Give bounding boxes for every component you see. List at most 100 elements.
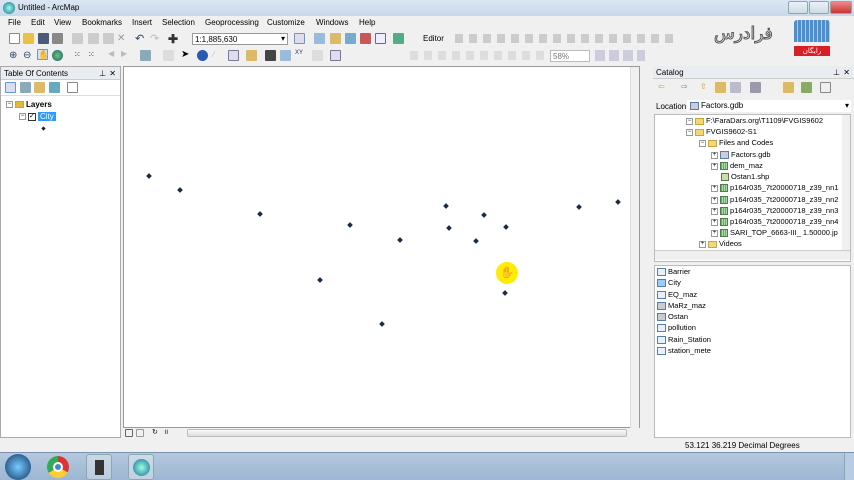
city-point[interactable] <box>473 238 479 244</box>
location-dropdown[interactable]: Factors.gdb ▾ <box>687 100 851 112</box>
layout-view-icon[interactable] <box>136 429 144 437</box>
delete-icon[interactable]: ✕ <box>117 33 128 44</box>
data-view-icon[interactable] <box>125 429 133 437</box>
open-icon[interactable] <box>23 33 34 44</box>
layers-group[interactable]: − Layers <box>6 100 52 109</box>
content-item[interactable]: Ostan <box>657 312 688 322</box>
tree-item[interactable]: + Factors.gdb <box>711 150 771 160</box>
toggle-tree-icon[interactable] <box>801 82 812 93</box>
content-item[interactable]: MaRz_maz <box>657 301 706 311</box>
menu-geoprocessing[interactable]: Geoprocessing <box>205 18 259 27</box>
tree-item[interactable]: + dem_maz <box>711 161 763 171</box>
pan-icon[interactable]: ✋ <box>37 49 49 60</box>
city-point[interactable] <box>317 277 323 283</box>
restore-button[interactable] <box>809 1 829 14</box>
connect-folder-icon[interactable] <box>730 82 741 93</box>
chrome-taskbar-icon[interactable] <box>47 456 69 478</box>
city-point[interactable] <box>615 199 621 205</box>
cut-icon[interactable] <box>72 33 83 44</box>
route-icon[interactable] <box>280 50 291 61</box>
time-slider-icon[interactable] <box>312 50 323 61</box>
expand-icon[interactable]: + <box>711 196 718 204</box>
city-point[interactable] <box>443 203 449 209</box>
scale-dropdown[interactable]: 1:1,885,630 ▾ <box>192 33 288 45</box>
close-icon[interactable]: ✕ <box>109 69 116 78</box>
save-icon[interactable] <box>38 33 49 44</box>
list-by-visibility-icon[interactable] <box>34 82 45 93</box>
list-by-source-icon[interactable] <box>20 82 31 93</box>
editor-toolbar-icon[interactable] <box>294 33 305 44</box>
undo-icon[interactable]: ↶ <box>135 32 146 45</box>
close-button[interactable] <box>830 1 852 14</box>
select-features-icon[interactable] <box>140 50 151 61</box>
list-by-drawing-order-icon[interactable] <box>5 82 16 93</box>
menu-windows[interactable]: Windows <box>316 18 348 27</box>
home-icon[interactable] <box>715 82 726 93</box>
content-item[interactable]: City <box>657 278 681 288</box>
expand-icon[interactable]: + <box>711 207 718 215</box>
copy-icon[interactable] <box>88 33 99 44</box>
expand-icon[interactable]: + <box>711 162 718 170</box>
city-point[interactable] <box>446 225 452 231</box>
catalog-window-icon[interactable] <box>330 33 341 44</box>
forward-icon[interactable]: ⇨ <box>681 82 692 93</box>
forward-icon[interactable]: ▶ <box>121 49 132 60</box>
options-icon[interactable] <box>67 82 78 93</box>
city-point[interactable] <box>576 204 582 210</box>
expand-icon[interactable]: + <box>699 240 706 248</box>
expand-icon[interactable]: + <box>711 218 718 226</box>
expand-icon[interactable]: + <box>711 184 718 192</box>
html-popup-icon[interactable] <box>228 50 239 61</box>
expand-icon[interactable]: + <box>711 229 718 237</box>
menu-insert[interactable]: Insert <box>132 18 152 27</box>
tree-horizontal-scrollbar[interactable] <box>655 250 850 260</box>
collapse-icon[interactable]: − <box>19 113 26 121</box>
minimize-button[interactable] <box>788 1 808 14</box>
fixed-zoom-out-icon[interactable]: ⁙ <box>88 50 99 61</box>
content-item[interactable]: pollution <box>657 323 696 333</box>
fixed-zoom-in-icon[interactable]: ⁙ <box>74 50 85 61</box>
list-by-selection-icon[interactable] <box>49 82 60 93</box>
paste-icon[interactable] <box>103 33 114 44</box>
viewer-icon[interactable] <box>330 50 341 61</box>
layout-zoom-dropdown[interactable]: 58% <box>550 50 590 62</box>
options-icon[interactable] <box>820 82 831 93</box>
menu-help[interactable]: Help <box>359 18 375 27</box>
tree-item[interactable]: + p164r035_7t20000718_z39_nn4 <box>711 217 838 227</box>
tree-item[interactable]: − Files and Codes <box>699 138 773 147</box>
table-icon[interactable] <box>314 33 325 44</box>
camtasia-taskbar-icon[interactable] <box>86 454 112 480</box>
views-icon[interactable] <box>750 82 761 93</box>
expand-icon[interactable]: − <box>686 128 693 136</box>
pin-icon[interactable]: ⊥ <box>99 69 106 78</box>
layer-city[interactable]: − ✓ City <box>19 112 56 121</box>
menu-edit[interactable]: Edit <box>31 18 45 27</box>
editor-menu[interactable]: Editor <box>423 34 444 43</box>
city-point[interactable] <box>503 224 509 230</box>
horizontal-scrollbar[interactable] <box>187 429 627 437</box>
map-view[interactable]: ✋ <box>123 66 640 428</box>
back-icon[interactable]: ⇦ <box>658 82 669 93</box>
tree-vertical-scrollbar[interactable] <box>842 115 850 250</box>
print-icon[interactable] <box>52 33 63 44</box>
tree-item[interactable]: + SARI_TOP_6663-III_ 1.50000.jp <box>711 228 838 238</box>
city-point[interactable] <box>502 290 508 296</box>
start-button[interactable] <box>5 454 31 480</box>
menu-view[interactable]: View <box>54 18 71 27</box>
expand-icon[interactable]: − <box>686 117 693 125</box>
expand-icon[interactable]: − <box>699 139 706 147</box>
tree-item[interactable]: + Videos <box>699 239 742 248</box>
show-desktop-button[interactable] <box>844 453 854 480</box>
modelbuilder-icon[interactable] <box>393 33 404 44</box>
close-icon[interactable]: ✕ <box>843 68 850 77</box>
identify-icon[interactable] <box>197 50 208 61</box>
content-item[interactable]: Barrier <box>657 267 691 277</box>
city-point[interactable] <box>257 211 263 217</box>
up-one-level-icon[interactable]: ⇧ <box>700 82 711 93</box>
search-window-icon[interactable] <box>345 33 356 44</box>
menu-bookmarks[interactable]: Bookmarks <box>82 18 122 27</box>
new-icon[interactable] <box>9 33 20 44</box>
collapse-icon[interactable]: − <box>6 101 13 109</box>
zoom-out-icon[interactable]: ⊖ <box>23 50 34 61</box>
full-extent-icon[interactable] <box>52 50 63 61</box>
